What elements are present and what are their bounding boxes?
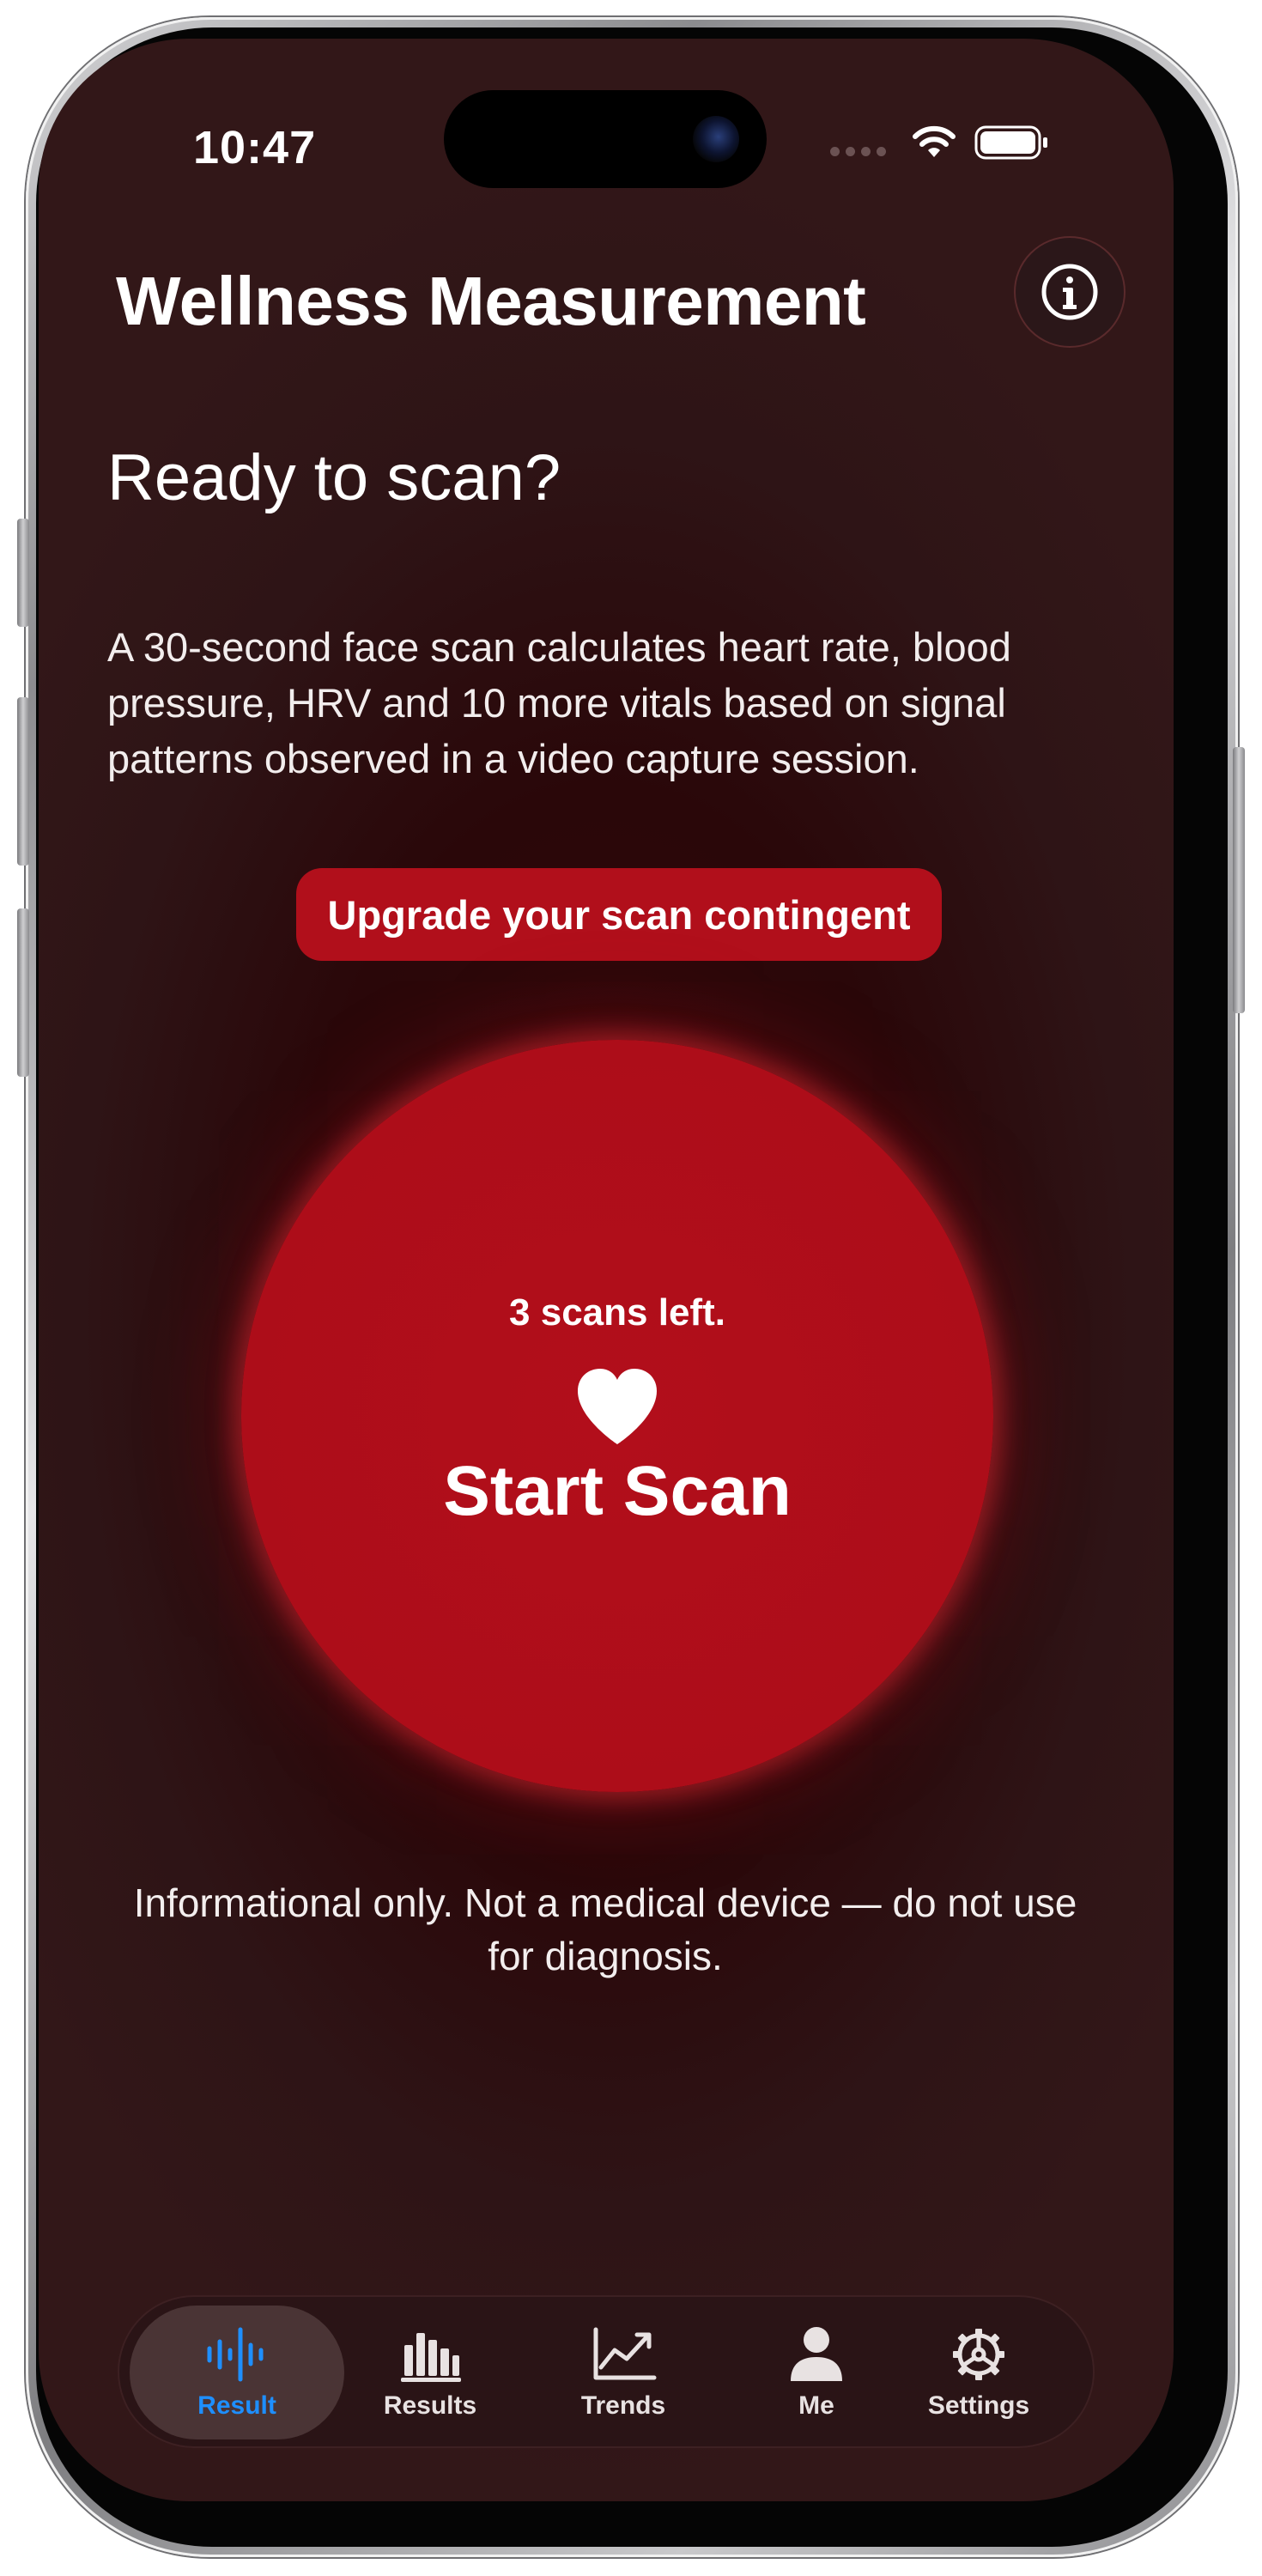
side-button-volume-up bbox=[17, 697, 29, 866]
upgrade-button[interactable]: Upgrade your scan contingent bbox=[296, 868, 942, 961]
page-title: Wellness Measurement bbox=[116, 263, 866, 339]
gear-icon bbox=[953, 2329, 1004, 2380]
tab-label: Settings bbox=[927, 2391, 1030, 2420]
tab-trends[interactable]: Trends bbox=[516, 2306, 731, 2439]
disclaimer-text: Informational only. Not a medical device… bbox=[133, 1880, 1077, 1978]
info-icon bbox=[1041, 264, 1098, 320]
tab-bar: Result Results Trends Me Settings bbox=[118, 2295, 1095, 2448]
info-button[interactable] bbox=[1014, 236, 1125, 348]
waveform-icon bbox=[207, 2327, 264, 2382]
side-button-action bbox=[17, 519, 29, 627]
wifi-icon bbox=[913, 125, 956, 157]
status-time: 10:47 bbox=[193, 122, 317, 173]
tab-label: Trends bbox=[580, 2391, 666, 2420]
tab-label: Results bbox=[383, 2391, 477, 2420]
tab-label: Result bbox=[197, 2391, 276, 2420]
tab-result[interactable]: Result bbox=[130, 2306, 344, 2439]
trend-chart-icon bbox=[593, 2327, 657, 2380]
start-scan-label: Start Scan bbox=[443, 1452, 792, 1530]
tab-settings[interactable]: Settings bbox=[871, 2306, 1086, 2439]
side-button-power bbox=[1233, 747, 1245, 1013]
headline: Ready to scan? bbox=[107, 441, 561, 514]
side-button-volume-down bbox=[17, 908, 29, 1077]
start-scan-button[interactable]: 3 scans left. Start Scan bbox=[241, 1040, 993, 1792]
bar-chart-icon bbox=[401, 2333, 461, 2382]
front-camera bbox=[693, 116, 739, 162]
app-screen: 10:47 Wellness Measurement Ready to scan… bbox=[39, 39, 1174, 2501]
heart-icon bbox=[578, 1369, 657, 1444]
scan-description: A 30-second face scan calculates heart r… bbox=[107, 624, 1011, 781]
scans-left-label: 3 scans left. bbox=[509, 1291, 725, 1334]
battery-icon bbox=[974, 125, 1047, 160]
person-icon bbox=[791, 2327, 842, 2381]
tab-results[interactable]: Results bbox=[323, 2306, 537, 2439]
tab-label: Me bbox=[798, 2391, 834, 2420]
cellular-signal-icon bbox=[830, 147, 887, 157]
